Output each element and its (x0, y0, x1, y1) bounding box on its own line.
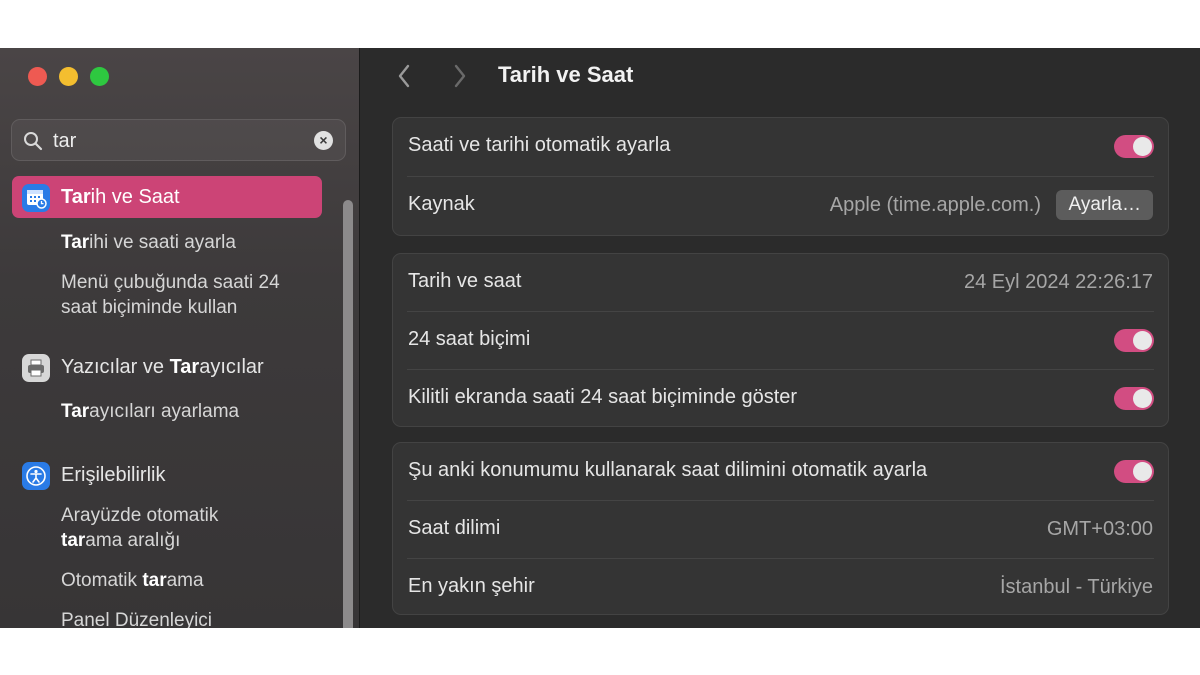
chevron-right-icon (454, 64, 466, 88)
tz-auto-label: Şu anki konumumu kullanarak saat dilimin… (408, 459, 928, 481)
timezone-label: Saat dilimi (408, 517, 501, 539)
nearest-city-label: En yakın şehir (408, 575, 535, 597)
calendar-clock-icon (22, 184, 50, 212)
24h-toggle[interactable] (1114, 329, 1154, 352)
lock-screen-24h-label: Kilitli ekranda saati 24 saat biçiminde … (408, 386, 798, 408)
nearest-city-value: İstanbul - Türkiye (999, 576, 1153, 598)
page-title: Tarih ve Saat (498, 62, 634, 87)
search-result-panel-editor[interactable]: Panel Düzenleyici (61, 608, 212, 628)
toggle-knob (1133, 137, 1152, 156)
source-row: Kaynak Apple (time.apple.com.) Ayarla… (393, 177, 1168, 235)
zoom-window-button[interactable] (90, 67, 109, 86)
search-input[interactable]: tar (53, 130, 76, 153)
lock-screen-24h-row: Kilitli ekranda saati 24 saat biçiminde … (393, 370, 1168, 428)
timezone-row: Saat dilimi GMT+03:00 (393, 501, 1168, 559)
sidebar-item-label: Yazıcılar ve Tarayıcılar (61, 356, 264, 378)
main-pane: Tarih ve Saat Saati ve tarihi otomatik a… (360, 48, 1200, 628)
search-result-menu-bar-24h[interactable]: Menü çubuğunda saati 24 saat biçiminde ku… (61, 270, 280, 320)
datetime-value[interactable]: 24 Eyl 2024 22:26:17 (964, 271, 1153, 294)
search-result-set-date-time[interactable]: Tarihi ve saati ayarla (61, 230, 236, 255)
sidebar-item-label: Tarih ve Saat (61, 186, 180, 208)
auto-time-row: Saati ve tarihi otomatik ayarla (393, 118, 1168, 176)
back-button[interactable] (396, 62, 412, 95)
auto-time-label: Saati ve tarihi otomatik ayarla (408, 134, 671, 156)
sidebar-scrollbar[interactable] (343, 200, 353, 628)
auto-time-toggle[interactable] (1114, 135, 1154, 158)
tz-auto-toggle[interactable] (1114, 460, 1154, 483)
settings-window: tar × Tarih ve Saat Tarihi ve saati ayar… (0, 48, 1200, 628)
search-field[interactable]: tar × (11, 119, 346, 161)
date-format-card: Tarih ve saat 24 Eyl 2024 22:26:17 24 sa… (392, 253, 1169, 427)
close-window-button[interactable] (28, 67, 47, 86)
timezone-card: Şu anki konumumu kullanarak saat dilimin… (392, 442, 1169, 615)
sidebar-item-printers-scanners[interactable]: Yazıcılar ve Tarayıcılar (12, 346, 322, 388)
source-label: Kaynak (408, 193, 475, 215)
printer-icon (22, 354, 50, 382)
source-value: Apple (time.apple.com.) (829, 194, 1041, 216)
accessibility-icon (22, 462, 50, 490)
toggle-knob (1133, 389, 1152, 408)
sidebar: tar × Tarih ve Saat Tarihi ve saati ayar… (0, 48, 360, 628)
datetime-label: Tarih ve saat (408, 270, 522, 292)
search-icon (23, 131, 43, 156)
lock-screen-24h-toggle[interactable] (1114, 387, 1154, 410)
sidebar-item-label: Erişilebilirlik (61, 464, 166, 486)
toggle-knob (1133, 462, 1152, 481)
tz-auto-row: Şu anki konumumu kullanarak saat dilimin… (393, 443, 1168, 501)
minimize-window-button[interactable] (59, 67, 78, 86)
clear-search-icon[interactable]: × (314, 131, 333, 150)
forward-button[interactable] (452, 62, 468, 95)
toggle-knob (1133, 331, 1152, 350)
search-result-scanner-setup[interactable]: Tarayıcıları ayarlama (61, 399, 239, 424)
search-result-scan-interval[interactable]: Arayüzde otomatik tarama aralığı (61, 503, 218, 553)
24h-row: 24 saat biçimi (393, 312, 1168, 370)
datetime-row: Tarih ve saat 24 Eyl 2024 22:26:17 (393, 254, 1168, 312)
nearest-city-row: En yakın şehir İstanbul - Türkiye (393, 559, 1168, 617)
chevron-left-icon (398, 64, 410, 88)
source-settings-button[interactable]: Ayarla… (1056, 190, 1153, 220)
timezone-value: GMT+03:00 (1046, 518, 1153, 540)
sidebar-item-date-time[interactable]: Tarih ve Saat (12, 176, 322, 218)
auto-time-card: Saati ve tarihi otomatik ayarla Kaynak A… (392, 117, 1169, 236)
24h-label: 24 saat biçimi (408, 328, 531, 350)
search-result-auto-scan[interactable]: Otomatik tarama (61, 568, 204, 593)
sidebar-item-accessibility[interactable]: Erişilebilirlik (12, 454, 322, 496)
